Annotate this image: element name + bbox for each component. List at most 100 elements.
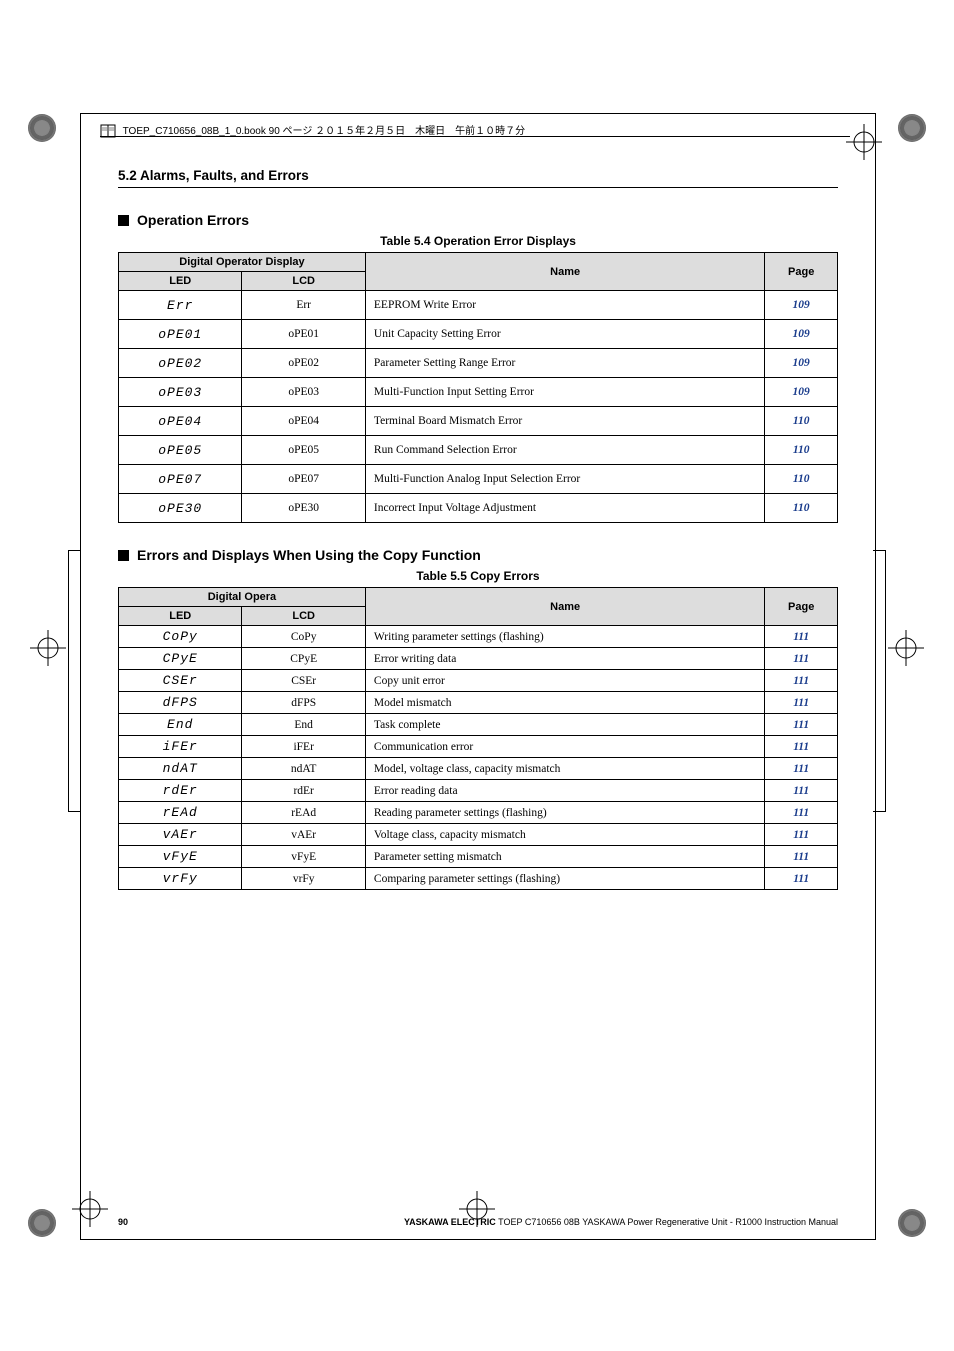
cell-name: Model, voltage class, capacity mismatch: [365, 758, 764, 780]
cell-name: Multi-Function Analog Input Selection Er…: [365, 465, 764, 494]
reg-mark-br: [898, 1209, 926, 1237]
cell-name: Unit Capacity Setting Error: [365, 320, 764, 349]
table-row: iFEriFErCommunication error111: [119, 736, 838, 758]
table-row: rdErrdErError reading data111: [119, 780, 838, 802]
cell-name: Incorrect Input Voltage Adjustment: [365, 494, 764, 523]
cell-page[interactable]: 111: [765, 780, 838, 802]
cell-lcd: oPE02: [242, 349, 365, 378]
cell-lcd: oPE01: [242, 320, 365, 349]
cell-led: dFPS: [119, 692, 242, 714]
table-row: dFPSdFPSModel mismatch111: [119, 692, 838, 714]
cell-led: vAEr: [119, 824, 242, 846]
table-row: oPE02oPE02Parameter Setting Range Error1…: [119, 349, 838, 378]
cell-lcd: oPE30: [242, 494, 365, 523]
table-row: oPE07oPE07Multi-Function Analog Input Se…: [119, 465, 838, 494]
cell-page[interactable]: 109: [765, 320, 838, 349]
cell-name: Writing parameter settings (flashing): [365, 626, 764, 648]
table-row: vrFyvrFyComparing parameter settings (fl…: [119, 868, 838, 890]
cell-lcd: iFEr: [242, 736, 365, 758]
cell-lcd: rdEr: [242, 780, 365, 802]
cell-led: oPE05: [119, 436, 242, 465]
cell-name: Model mismatch: [365, 692, 764, 714]
cell-page[interactable]: 111: [765, 758, 838, 780]
cell-page[interactable]: 111: [765, 648, 838, 670]
cell-page[interactable]: 110: [765, 465, 838, 494]
cell-name: Error reading data: [365, 780, 764, 802]
cell-led: CSEr: [119, 670, 242, 692]
cell-led: CoPy: [119, 626, 242, 648]
cell-name: Voltage class, capacity mismatch: [365, 824, 764, 846]
cell-lcd: vrFy: [242, 868, 365, 890]
table-row: oPE04oPE04Terminal Board Mismatch Error1…: [119, 407, 838, 436]
section-title-2: Errors and Displays When Using the Copy …: [137, 547, 481, 563]
table-row: oPE05oPE05Run Command Selection Error110: [119, 436, 838, 465]
cell-page[interactable]: 111: [765, 824, 838, 846]
cell-name: Error writing data: [365, 648, 764, 670]
section-operation-errors: Operation Errors: [118, 212, 838, 228]
th-page: Page: [765, 588, 838, 626]
cell-page[interactable]: 111: [765, 846, 838, 868]
cell-page[interactable]: 109: [765, 349, 838, 378]
cell-led: iFEr: [119, 736, 242, 758]
page-number: 90: [118, 1217, 128, 1227]
cell-lcd: Err: [242, 291, 365, 320]
cell-name: Run Command Selection Error: [365, 436, 764, 465]
section-title-1: Operation Errors: [137, 212, 249, 228]
page-content: 5.2 Alarms, Faults, and Errors Operation…: [118, 168, 838, 890]
cell-led: oPE30: [119, 494, 242, 523]
cell-lcd: oPE05: [242, 436, 365, 465]
cell-page[interactable]: 110: [765, 407, 838, 436]
reg-mark-bl: [28, 1209, 56, 1237]
cell-lcd: CPyE: [242, 648, 365, 670]
cell-page[interactable]: 111: [765, 802, 838, 824]
th-digital-opera: Digital Opera: [119, 588, 366, 607]
table-row: oPE01oPE01Unit Capacity Setting Error109: [119, 320, 838, 349]
cell-lcd: CoPy: [242, 626, 365, 648]
table-row: ErrErrEEPROM Write Error109: [119, 291, 838, 320]
cell-page[interactable]: 111: [765, 626, 838, 648]
cell-page[interactable]: 110: [765, 436, 838, 465]
section-copy-function: Errors and Displays When Using the Copy …: [118, 547, 838, 563]
cell-page[interactable]: 111: [765, 868, 838, 890]
bullet-icon: [118, 215, 129, 226]
cell-page[interactable]: 109: [765, 378, 838, 407]
cell-page[interactable]: 110: [765, 494, 838, 523]
cell-page[interactable]: 111: [765, 692, 838, 714]
cell-name: Parameter setting mismatch: [365, 846, 764, 868]
table-caption-1: Table 5.4 Operation Error Displays: [118, 234, 838, 248]
cell-lcd: CSEr: [242, 670, 365, 692]
cell-led: rdEr: [119, 780, 242, 802]
cell-lcd: rEAd: [242, 802, 365, 824]
table-row: vFyEvFyEParameter setting mismatch111: [119, 846, 838, 868]
footer-rest: TOEP C710656 08B YASKAWA Power Regenerat…: [496, 1217, 838, 1227]
cell-page[interactable]: 111: [765, 670, 838, 692]
cell-lcd: oPE07: [242, 465, 365, 494]
cell-page[interactable]: 109: [765, 291, 838, 320]
footer-text: YASKAWA ELECTRIC TOEP C710656 08B YASKAW…: [404, 1217, 838, 1227]
cell-led: vrFy: [119, 868, 242, 890]
table-row: vAErvAErVoltage class, capacity mismatch…: [119, 824, 838, 846]
cell-lcd: oPE04: [242, 407, 365, 436]
th-led: LED: [119, 607, 242, 626]
cell-lcd: vFyE: [242, 846, 365, 868]
reg-cross-right: [888, 630, 924, 666]
th-name: Name: [365, 253, 764, 291]
th-digital-operator-display: Digital Operator Display: [119, 253, 366, 272]
cell-page[interactable]: 111: [765, 736, 838, 758]
th-name: Name: [365, 588, 764, 626]
cell-name: Copy unit error: [365, 670, 764, 692]
cell-name: Reading parameter settings (flashing): [365, 802, 764, 824]
table-row: EndEndTask complete111: [119, 714, 838, 736]
copy-error-table: Digital Opera Name Page LED LCD CoPyCoPy…: [118, 587, 838, 890]
th-lcd: LCD: [242, 272, 365, 291]
cell-led: End: [119, 714, 242, 736]
cell-lcd: ndAT: [242, 758, 365, 780]
table-row: rEAdrEAdReading parameter settings (flas…: [119, 802, 838, 824]
cell-name: Comparing parameter settings (flashing): [365, 868, 764, 890]
cell-led: vFyE: [119, 846, 242, 868]
cell-led: oPE03: [119, 378, 242, 407]
cell-lcd: oPE03: [242, 378, 365, 407]
cell-page[interactable]: 111: [765, 714, 838, 736]
cell-led: CPyE: [119, 648, 242, 670]
footer-brand: YASKAWA ELECTRIC: [404, 1217, 496, 1227]
